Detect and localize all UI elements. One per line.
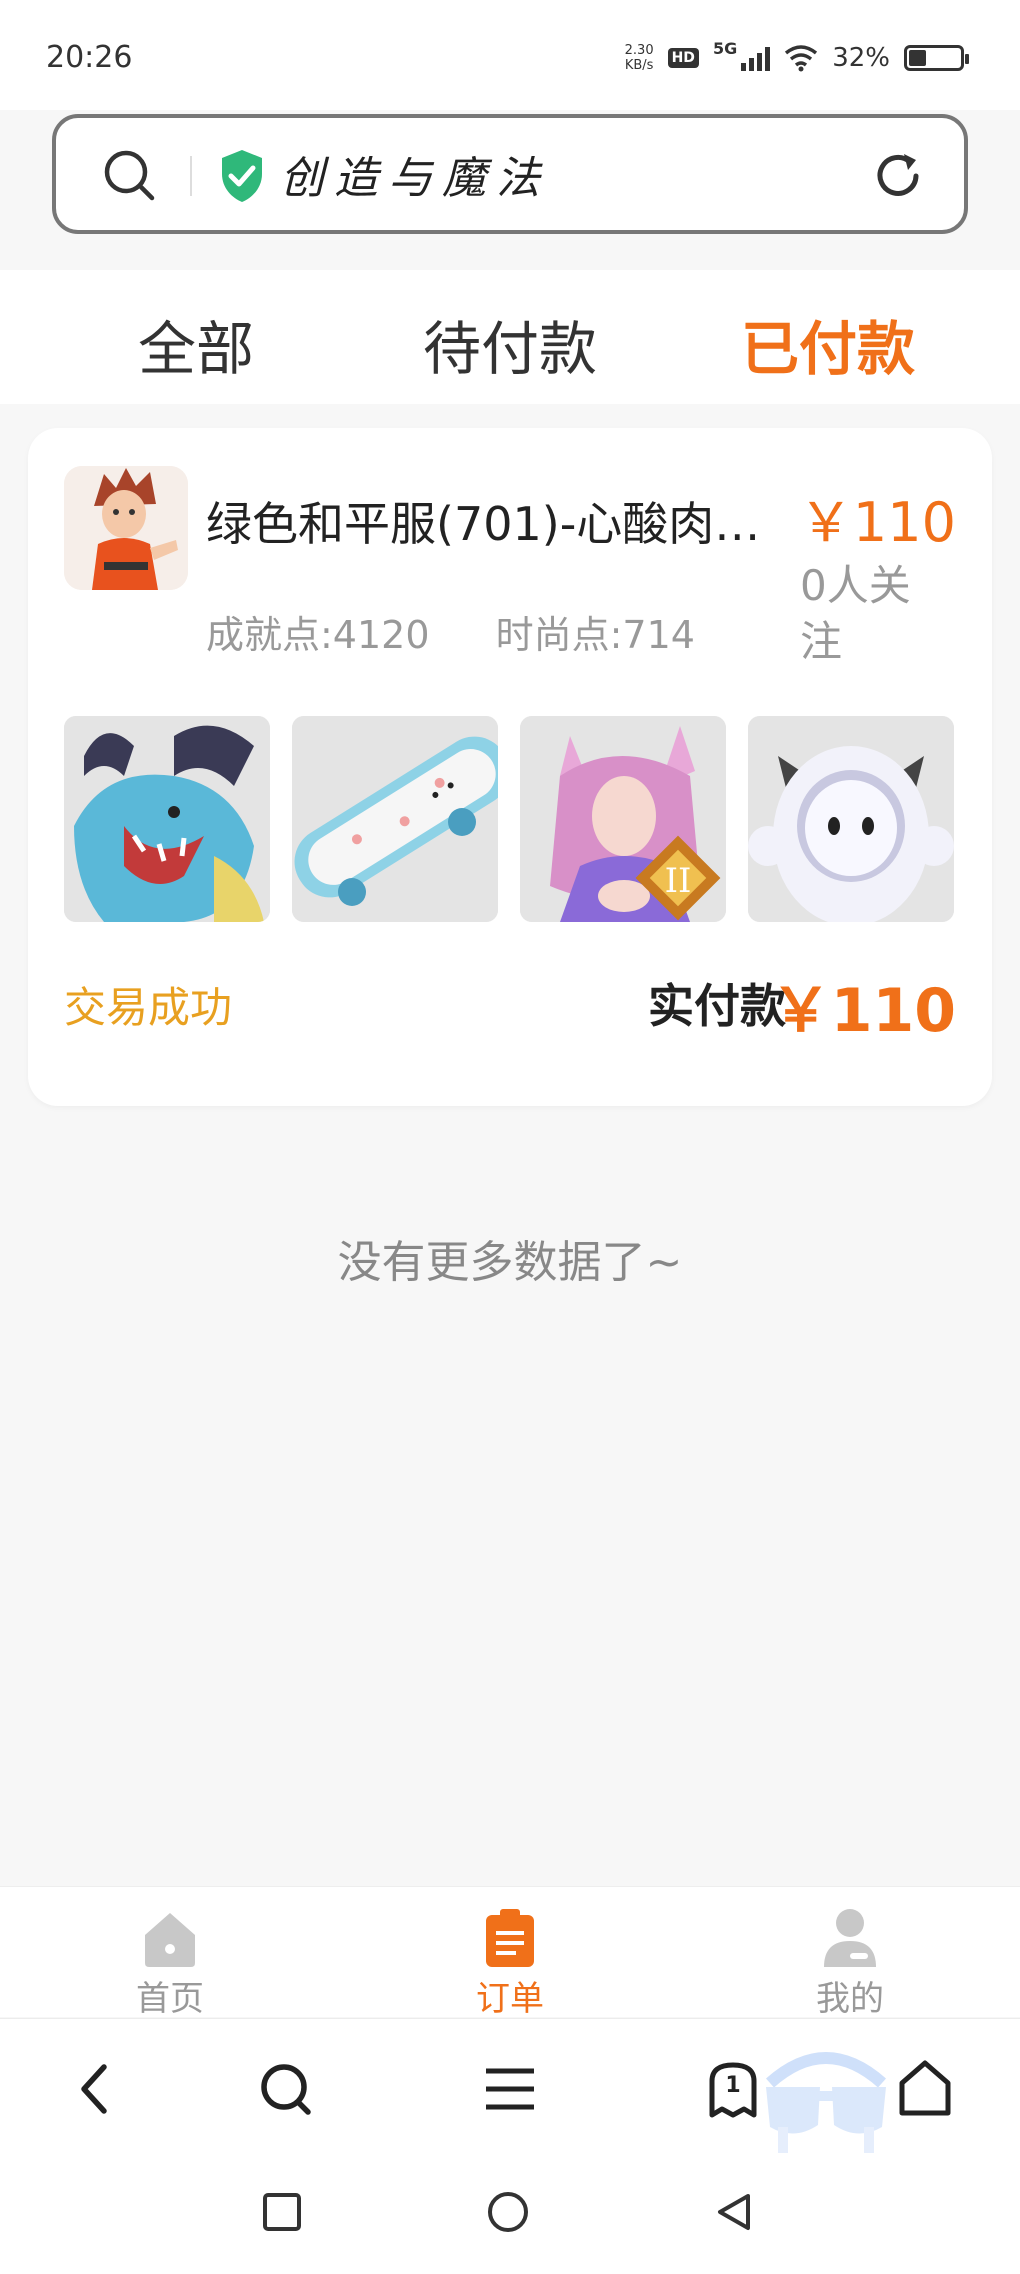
nav-orders[interactable]: 订单 [410,1897,610,2020]
achievement-points: 成就点:4120 [206,613,430,657]
order-card[interactable]: 绿色和平服(701)-心酸肉… ￥110 0人关注 成就点:4120 时尚点:7… [28,428,992,1106]
address-divider [190,156,192,196]
profile-icon [824,1909,876,1967]
page-title: 创造与魔法 [280,153,550,204]
cow-robot-pet-thumbnail[interactable] [748,716,954,922]
shield-icon [222,150,262,202]
nav-home[interactable]: 首页 [70,1897,270,2020]
nav-profile[interactable]: 我的 [750,1897,950,2020]
svg-text:II: II [665,861,692,901]
recents-icon[interactable] [262,2192,302,2232]
tabs-count: 1 [725,2073,741,2098]
fox-fairy-skin-thumbnail[interactable]: II [520,716,726,922]
no-more-data-text: 没有更多数据了~ [337,1237,683,1288]
address-bar[interactable]: 创造与魔法 [52,114,968,234]
wifi-icon [785,45,818,72]
account-avatar [64,466,188,590]
status-icons: 2.30 KB/s HD 5G 32% [624,36,969,80]
tabs-button[interactable]: 1 [706,2059,760,2125]
search-icon[interactable] [102,148,158,204]
follower-count: 0人关注 [800,561,911,666]
bottom-nav: 首页 订单 我的 [0,1886,1020,2020]
search-icon[interactable] [258,2059,314,2119]
signal-icon [741,45,771,71]
reload-icon[interactable] [870,148,926,204]
battery-icon [904,45,969,71]
home-icon[interactable] [898,2059,952,2119]
item-thumbnails: II [64,716,954,922]
dragon-mount-thumbnail[interactable] [64,716,270,922]
paid-amount: ￥110 [770,976,956,1046]
tab-all[interactable]: 全部 [66,302,326,386]
home-circle-icon[interactable] [486,2190,530,2234]
order-tabs: 全部 待付款 已付款 [0,270,1020,404]
account-stats: 成就点:4120 时尚点:714 [206,604,749,659]
home-icon [145,1913,195,1967]
network-speed: 2.30 KB/s [624,43,654,73]
order-price: ￥110 [798,491,956,554]
order-icon [486,1909,534,1967]
back-icon[interactable] [70,2059,120,2119]
tab-pending-payment[interactable]: 待付款 [380,302,640,386]
order-title[interactable]: 绿色和平服(701)-心酸肉… [206,488,786,554]
bear-skateboard-thumbnail[interactable] [292,716,498,922]
tab-paid[interactable]: 已付款 [698,302,958,386]
paid-label: 实付款 [648,979,786,1033]
browser-toolbar: 1 [0,2018,1020,2165]
fashion-points: 时尚点:714 [495,613,695,657]
back-triangle-icon[interactable] [714,2192,754,2232]
system-nav-bar [0,2164,1020,2274]
hd-badge: HD [667,48,699,68]
status-bar: 20:26 2.30 KB/s HD 5G 32% [0,0,1020,110]
battery-text: 32% [832,43,890,73]
status-time: 20:26 [46,40,133,75]
network-type: 5G [712,38,738,58]
menu-icon[interactable] [482,2059,538,2119]
incognito-mask-icon[interactable] [760,2043,892,2153]
order-status: 交易成功 [64,983,233,1032]
